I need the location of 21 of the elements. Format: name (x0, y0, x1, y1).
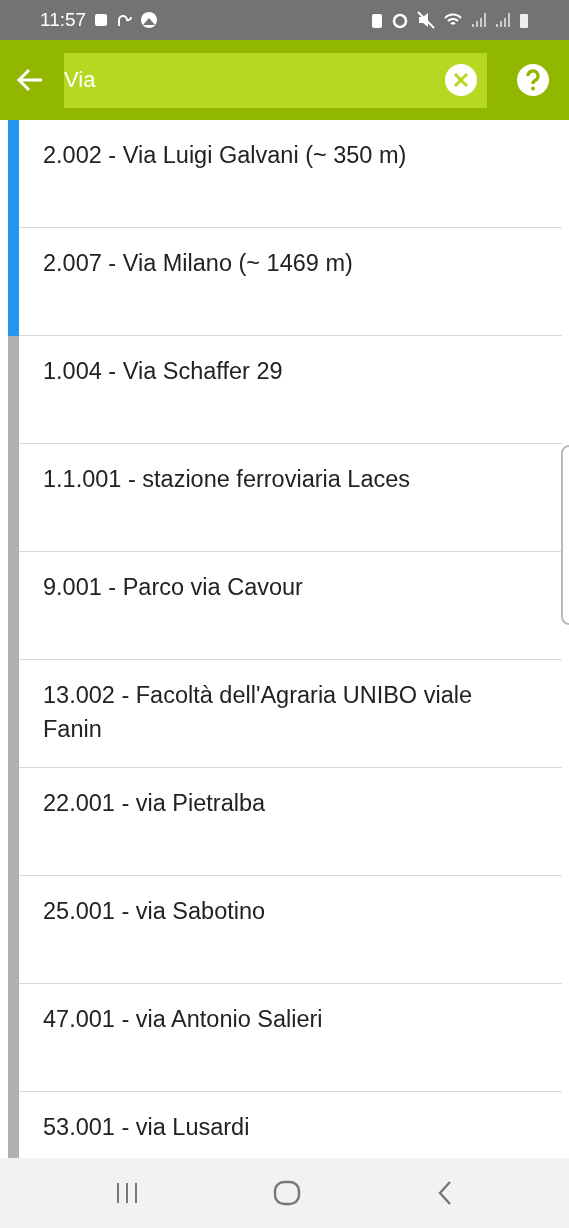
app-icon (140, 11, 159, 29)
result-item[interactable]: 1.1.001 - stazione ferroviaria Laces (43, 462, 532, 497)
result-item[interactable]: 1.004 - Via Schaffer 29 (43, 354, 532, 389)
result-item[interactable]: 9.001 - Parco via Cavour (43, 570, 532, 605)
status-time: 11:57 (40, 7, 87, 32)
help-icon[interactable] (517, 64, 549, 96)
result-item[interactable]: 53.001 - via Lusardi (43, 1110, 532, 1145)
result-item[interactable]: 13.002 - Facoltà dell'Agraria UNIBO viale Fanin (43, 678, 532, 747)
result-item[interactable]: 2.002 - Via Luigi Galvani (~ 350 m) (43, 138, 532, 173)
mute-icon (417, 11, 435, 29)
recent-apps-icon[interactable] (115, 1182, 140, 1204)
signal-icon (495, 11, 511, 29)
back-arrow-icon[interactable] (16, 67, 44, 93)
battery-icon (519, 11, 529, 29)
result-item[interactable]: 47.001 - via Antonio Salieri (43, 1002, 532, 1037)
result-item[interactable]: 25.001 - via Sabotino (43, 894, 532, 929)
clear-icon[interactable] (445, 63, 477, 96)
home-icon[interactable] (273, 1180, 302, 1206)
signal-icon (471, 11, 487, 29)
result-item[interactable]: 2.007 - Via Milano (~ 1469 m) (43, 246, 532, 281)
result-item[interactable]: 22.001 - via Pietralba (43, 786, 532, 821)
